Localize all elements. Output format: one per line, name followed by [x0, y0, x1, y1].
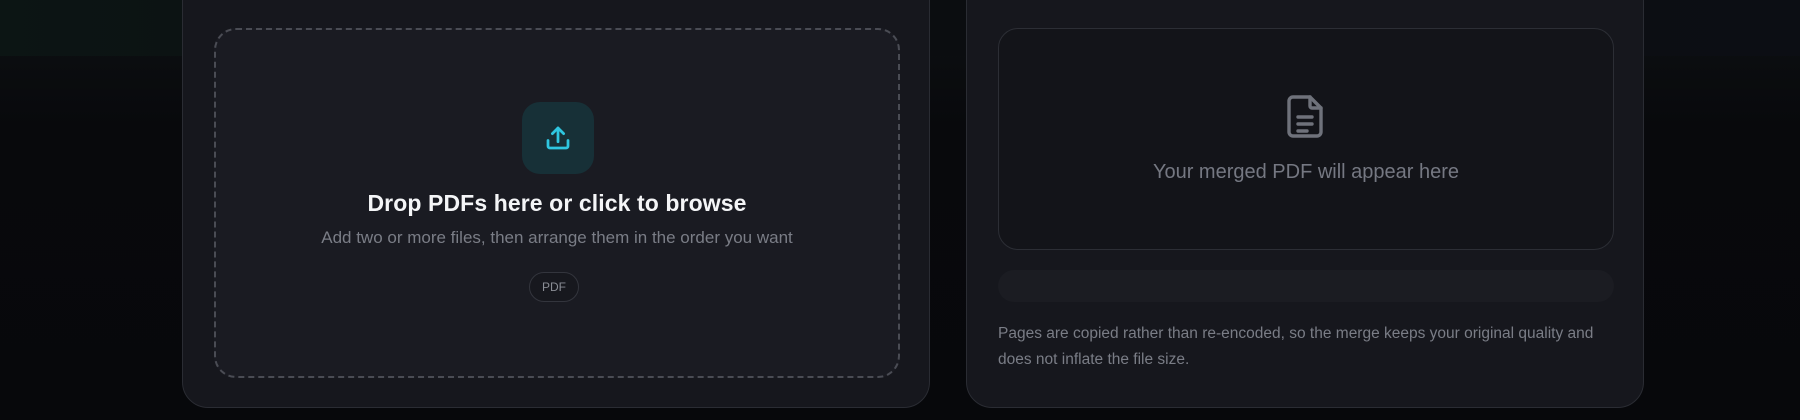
merge-progress-bar [998, 270, 1614, 302]
pdf-dropzone[interactable]: Drop PDFs here or click to browse Add tw… [214, 28, 900, 378]
quality-note: Pages are copied rather than re-encoded,… [998, 325, 1594, 368]
preview-placeholder-text: Your merged PDF will appear here [1152, 161, 1460, 183]
format-badge: PDF [529, 272, 579, 302]
upload-icon [546, 126, 570, 150]
merged-pdf-preview: Your merged PDF will appear here [998, 28, 1614, 250]
dropzone-title: Drop PDFs here or click to browse [367, 190, 747, 216]
upload-icon-tile [522, 102, 594, 174]
dropzone-subtitle: Add two or more files, then arrange them… [321, 228, 793, 247]
upload-card: Drop PDFs here or click to browse Add tw… [182, 0, 930, 408]
page-background: Drop PDFs here or click to browse Add tw… [0, 0, 1800, 420]
document-icon [1287, 95, 1323, 138]
result-card: Your merged PDF will appear here Pages a… [966, 0, 1644, 408]
